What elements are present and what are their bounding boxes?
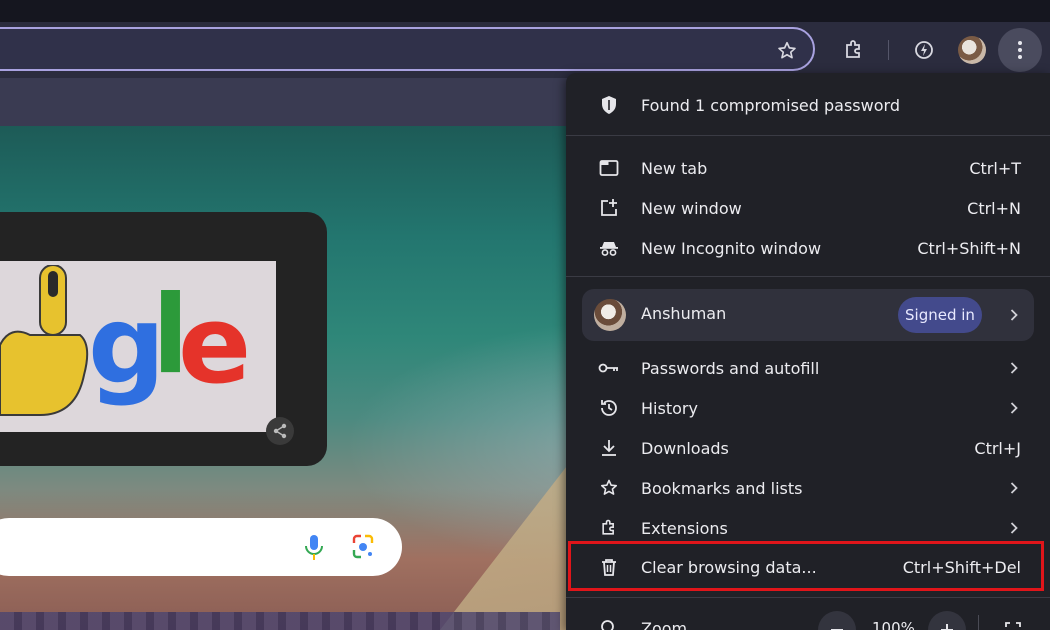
profile-row[interactable]: Anshuman Signed in — [582, 289, 1034, 341]
download-icon — [598, 437, 620, 459]
menu-item-label: History — [641, 398, 698, 418]
profile-name: Anshuman — [641, 304, 727, 323]
fullscreen-icon[interactable] — [994, 611, 1032, 630]
menu-item-label: New window — [641, 198, 742, 218]
shortcut-text: Ctrl+J — [974, 438, 1021, 458]
menu-item-passwords-autofill[interactable]: Passwords and autofill — [566, 348, 1050, 388]
title-bar — [0, 0, 1050, 22]
puzzle-icon — [598, 517, 620, 539]
doodle-finger-illustration — [0, 265, 89, 416]
menu-item-new-tab[interactable]: New tab Ctrl+T — [566, 148, 1050, 188]
microphone-icon[interactable] — [300, 532, 328, 562]
bookmark-star-icon[interactable] — [770, 36, 804, 66]
search-box[interactable] — [0, 518, 402, 576]
menu-item-label: Extensions — [641, 518, 728, 538]
menu-item-zoom: Zoom 100% — [566, 603, 1050, 630]
zoom-level: 100% — [872, 619, 915, 630]
incognito-icon — [598, 237, 620, 259]
menu-item-label: New Incognito window — [641, 238, 822, 258]
google-lens-icon[interactable] — [349, 532, 377, 562]
browser-main-menu: Found 1 compromised password New tab Ctr… — [566, 73, 1050, 630]
zoom-label: Zoom — [641, 619, 688, 630]
performance-icon[interactable] — [906, 34, 942, 66]
star-icon — [598, 477, 620, 499]
menu-item-label: Bookmarks and lists — [641, 478, 803, 498]
extensions-puzzle-icon[interactable] — [836, 34, 872, 66]
menu-item-downloads[interactable]: Downloads Ctrl+J — [566, 428, 1050, 468]
share-icon[interactable] — [266, 417, 294, 445]
zoom-divider — [978, 615, 979, 630]
profile-avatar-button[interactable] — [958, 36, 986, 64]
key-icon — [598, 357, 620, 379]
menu-item-history[interactable]: History — [566, 388, 1050, 428]
zoom-in-button[interactable] — [928, 611, 966, 630]
shield-icon — [598, 94, 620, 116]
doodle-letter-e: e — [178, 283, 252, 408]
chevron-right-icon — [1008, 361, 1020, 375]
avatar — [594, 299, 626, 331]
menu-separator — [566, 597, 1050, 598]
shortcut-text: Ctrl+Shift+N — [917, 238, 1021, 258]
menu-item-new-incognito[interactable]: New Incognito window Ctrl+Shift+N — [566, 228, 1050, 268]
menu-item-compromised-password[interactable]: Found 1 compromised password — [566, 85, 1050, 125]
history-icon — [598, 397, 620, 419]
shortcut-text: Ctrl+T — [969, 158, 1021, 178]
address-bar[interactable] — [0, 27, 815, 71]
menu-separator — [566, 135, 1050, 136]
chevron-right-icon — [1008, 401, 1020, 415]
shortcut-tiles-strip — [0, 612, 560, 630]
shortcut-text: Ctrl+N — [967, 198, 1021, 218]
menu-item-new-window[interactable]: New window Ctrl+N — [566, 188, 1050, 228]
menu-item-label: Found 1 compromised password — [641, 95, 900, 115]
new-window-icon — [598, 197, 620, 219]
more-menu-button[interactable] — [998, 28, 1042, 72]
zoom-out-button[interactable] — [818, 611, 856, 630]
menu-item-label: New tab — [641, 158, 708, 178]
toolbar-divider — [888, 40, 889, 60]
menu-item-bookmarks-lists[interactable]: Bookmarks and lists — [566, 468, 1050, 508]
chevron-right-icon — [1008, 481, 1020, 495]
chevron-right-icon — [1008, 521, 1020, 535]
menu-separator — [566, 276, 1050, 277]
zoom-icon — [598, 617, 620, 630]
menu-item-label: Downloads — [641, 438, 729, 458]
highlight-annotation-box — [568, 541, 1044, 591]
new-tab-icon — [598, 157, 620, 179]
menu-item-label: Passwords and autofill — [641, 358, 820, 378]
chevron-right-icon — [1008, 308, 1020, 322]
signed-in-badge: Signed in — [898, 297, 982, 333]
